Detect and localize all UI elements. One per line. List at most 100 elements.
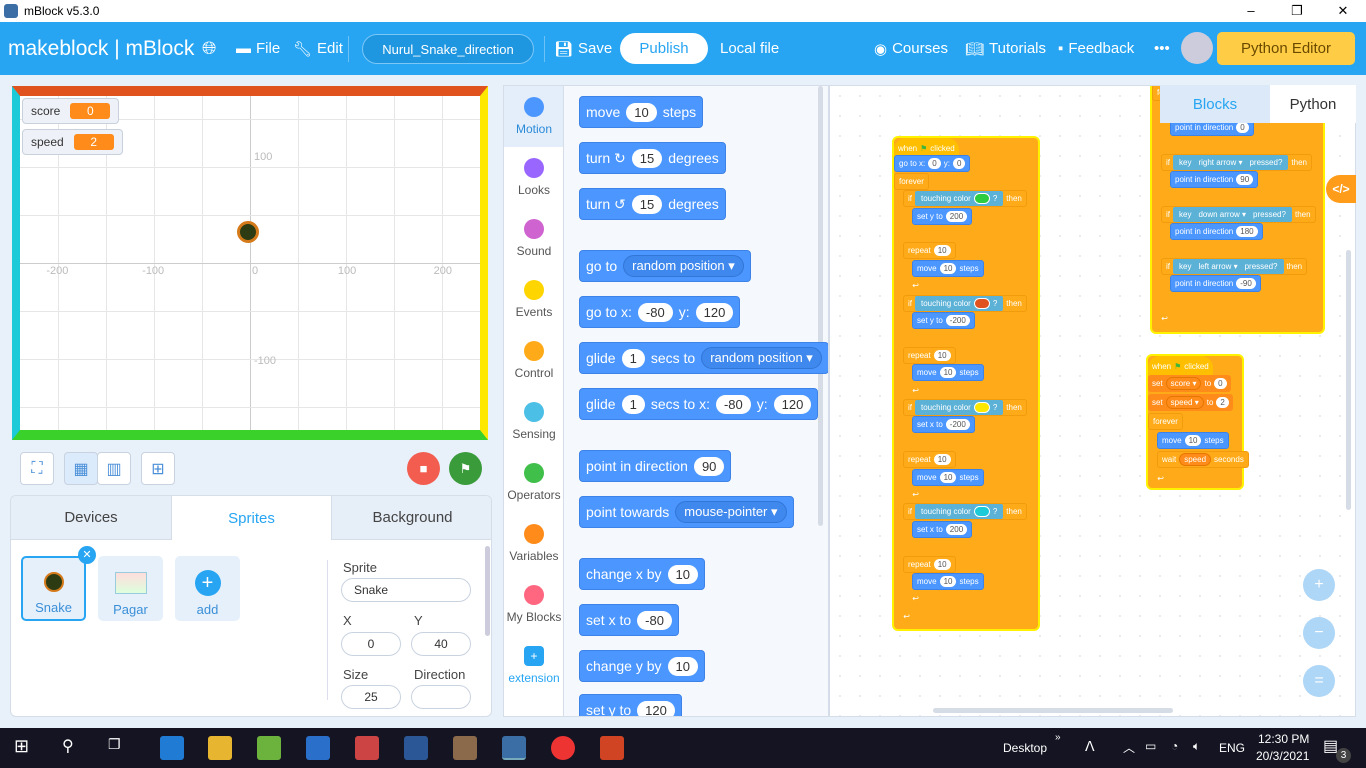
script-block[interactable]: move 10 steps (912, 468, 984, 486)
script-block[interactable]: move 10 steps (912, 364, 984, 382)
script-block[interactable]: go to x: 0 y: 0 (894, 155, 971, 173)
file-explorer-icon[interactable] (208, 736, 232, 760)
delete-sprite-icon[interactable]: ✕ (78, 546, 96, 564)
category-events[interactable]: Events (504, 269, 564, 330)
variable-reporter[interactable]: score ▾ (1165, 377, 1202, 390)
sprite-panel-scrollbar[interactable] (485, 546, 490, 636)
save-button[interactable]: 💾︎ Save (554, 22, 612, 75)
python-editor-button[interactable]: Python Editor (1217, 32, 1355, 65)
block-input[interactable]: -200 (945, 419, 970, 431)
start-windows-icon[interactable]: ⊞ (14, 736, 38, 760)
palette-block[interactable]: point towards mouse-pointer ▾ (579, 496, 794, 528)
block-input[interactable]: 10 (939, 367, 957, 379)
block-dropdown[interactable]: mouse-pointer ▾ (675, 501, 787, 523)
color-swatch[interactable] (973, 193, 990, 205)
palette-scrollbar[interactable] (818, 86, 823, 526)
block-input[interactable]: 15 (631, 194, 663, 214)
palette-block[interactable]: glide 1 secs to random position ▾ (579, 342, 828, 374)
block-dropdown[interactable]: right arrow ▾ (1194, 156, 1247, 168)
script-block[interactable]: set x to 200 (912, 520, 973, 538)
clock-date[interactable]: 20/3/2021 (1256, 749, 1309, 763)
script-block[interactable]: move 10 steps (912, 573, 984, 590)
script-block[interactable]: ↩ (903, 486, 923, 503)
palette-block[interactable]: turn ↻ 15 degrees (579, 142, 726, 174)
snake-sprite[interactable] (237, 221, 259, 243)
project-name-input[interactable]: Nurul_Snake_direction (362, 34, 534, 64)
block-input[interactable]: 120 (637, 700, 675, 716)
script-block[interactable]: point in direction 90 (1170, 171, 1259, 188)
script-block[interactable]: set x to -200 (912, 416, 975, 434)
palette-block[interactable]: glide 1 secs to x: -80 y: 120 (579, 388, 819, 420)
script-horizontal-scrollbar[interactable] (933, 708, 1173, 713)
variable-reporter[interactable]: speed ▾ (1165, 396, 1204, 409)
block-input[interactable]: 0 (928, 158, 941, 170)
script-block[interactable]: if touching color? then (903, 190, 1027, 208)
palette-block[interactable]: point in direction 90 (579, 450, 732, 482)
tutorials-link[interactable]: 📖︎ Tutorials (965, 22, 1046, 75)
script-block[interactable] (903, 225, 923, 242)
sensing-condition[interactable]: touching color? (915, 400, 1004, 415)
block-input[interactable]: 1 (621, 348, 645, 368)
script-block[interactable]: forever (1148, 413, 1183, 430)
x-input[interactable]: 0 (341, 632, 401, 656)
minimize-button[interactable]: – (1228, 0, 1274, 22)
palette-block[interactable]: set y to 120 (579, 694, 682, 716)
zoom-out-button[interactable]: − (1303, 617, 1335, 649)
block-input[interactable]: -80 (637, 302, 673, 322)
block-input[interactable]: 2 (1216, 397, 1229, 408)
palette-block[interactable]: turn ↺ 15 degrees (579, 188, 726, 220)
block-input[interactable]: 90 (1236, 174, 1254, 185)
tab-blocks[interactable]: Blocks (1160, 85, 1270, 123)
sensing-condition[interactable]: touching color? (915, 295, 1004, 311)
category-variables[interactable]: Variables (504, 513, 564, 574)
script-block[interactable] (903, 329, 923, 347)
script-block[interactable]: if touching color? then (903, 399, 1027, 416)
size-input[interactable]: 25 (341, 685, 401, 709)
script-block[interactable]: if key left arrow ▾ pressed? then (1161, 258, 1308, 275)
sensing-condition[interactable]: key right arrow ▾ pressed? (1173, 154, 1289, 170)
block-input[interactable]: 10 (939, 262, 957, 274)
script-block[interactable] (903, 433, 923, 451)
code-toggle-icon[interactable]: </> (1326, 175, 1356, 203)
block-input[interactable]: 10 (667, 564, 698, 584)
block-input[interactable]: 10 (933, 245, 951, 257)
wifi-icon[interactable]: ◔ (1171, 739, 1178, 753)
clock-time[interactable]: 12:30 PM (1258, 732, 1309, 746)
script-block[interactable]: set score ▾ to 0 (1148, 375, 1231, 392)
script-block[interactable]: if touching color? then (903, 294, 1027, 312)
script-block[interactable]: ↩ (894, 607, 914, 625)
more-menu[interactable]: ••• (1154, 22, 1170, 75)
block-dropdown[interactable]: left arrow ▾ (1194, 261, 1242, 272)
block-input[interactable]: -90 (1236, 278, 1256, 290)
block-input[interactable]: 10 (1184, 435, 1202, 446)
chrome-icon[interactable] (551, 736, 575, 760)
palette-block[interactable]: set x to -80 (579, 604, 679, 636)
show-hidden-icons-chevron-icon[interactable]: ︿ (1123, 739, 1135, 756)
palette-block[interactable]: go to x: -80 y: 120 (579, 296, 741, 328)
sensing-condition[interactable]: key down arrow ▾ pressed? (1173, 206, 1292, 222)
sensing-condition[interactable]: key left arrow ▾ pressed? (1173, 259, 1284, 274)
script-block[interactable]: move 10 steps (1157, 432, 1229, 449)
block-input[interactable]: 10 (933, 558, 951, 570)
script-block[interactable]: ↩ (903, 277, 923, 295)
script-block[interactable] (1161, 292, 1181, 310)
script-block[interactable]: repeat 10 (903, 555, 956, 573)
palette-block[interactable]: go to random position ▾ (579, 250, 751, 282)
tab-background[interactable]: Background (332, 496, 491, 540)
battery-icon[interactable]: ▭ (1145, 739, 1156, 753)
powerpoint-icon[interactable] (600, 736, 624, 760)
block-input[interactable]: 120 (773, 394, 812, 414)
script-block[interactable] (903, 538, 923, 556)
block-input[interactable]: 200 (945, 523, 968, 535)
color-swatch[interactable] (973, 297, 990, 309)
script-block[interactable]: repeat 10 (903, 242, 956, 260)
palette-block[interactable]: change x by 10 (579, 558, 705, 590)
fullscreen-button[interactable]: ⛶ (20, 452, 54, 485)
file-menu[interactable]: ▬ File (236, 22, 280, 75)
script-block[interactable] (1161, 136, 1181, 154)
block-input[interactable]: 90 (693, 456, 725, 476)
block-input[interactable]: 200 (945, 210, 968, 222)
color-swatch[interactable] (973, 402, 990, 413)
block-dropdown[interactable]: random position ▾ (623, 255, 744, 277)
block-dropdown[interactable]: random position ▾ (701, 347, 822, 369)
